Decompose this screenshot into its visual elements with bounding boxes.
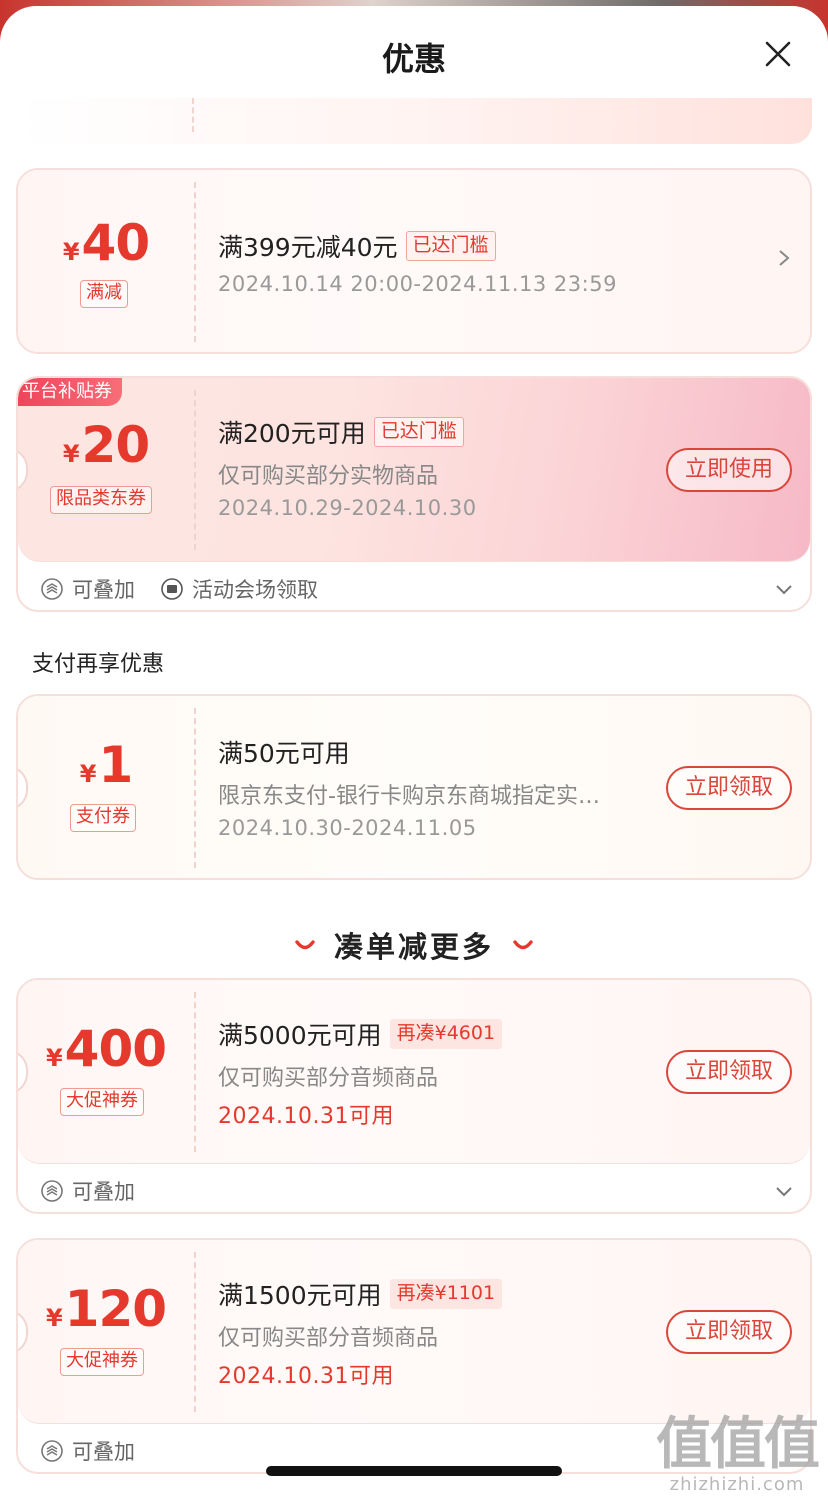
coupon-desc: 仅可购买部分音频商品: [218, 1326, 439, 1351]
coupon-amount: ¥20: [62, 416, 150, 474]
close-icon: [765, 41, 791, 67]
coupon-type-tag: 大促神券: [60, 1348, 144, 1376]
coupon-type-tag: 满减: [80, 280, 128, 308]
coupon-footer: 可叠加: [18, 1166, 810, 1212]
discount-sheet: 优惠 ¥40 满减 满399元减40元 已达门槛 2024.10.14 20:00…: [0, 6, 828, 1496]
coupon-validity: 2024.10.31可用: [218, 1364, 394, 1389]
chevron-down-icon[interactable]: [772, 578, 796, 600]
coupon-title: 满50元可用: [218, 739, 350, 768]
coupon-validity: 2024.10.30-2024.11.05: [218, 816, 477, 840]
coupon-type-tag: 大促神券: [60, 1088, 144, 1116]
coupon-validity: 2024.10.29-2024.10.30: [218, 496, 477, 520]
coupon-validity: 2024.10.31可用: [218, 1104, 394, 1129]
stackable-label: 可叠加: [72, 578, 135, 602]
stack-icon: [41, 1440, 63, 1462]
stack-icon: [41, 578, 63, 600]
coupon-amount: ¥1: [79, 736, 133, 794]
coupon-title: 满1500元可用 再凑¥1101: [218, 1276, 503, 1312]
coupon-card-20: 平台补贴券 ¥20 限品类东券 满200元可用 已达门槛 仅可购买部分实物商品 2…: [16, 376, 812, 612]
home-indicator[interactable]: [266, 1466, 562, 1476]
coupon-desc: 仅可购买部分音频商品: [218, 1066, 439, 1091]
smile-icon: [295, 940, 315, 950]
stackable-label: 可叠加: [72, 1440, 135, 1464]
threshold-badge: 已达门槛: [405, 231, 496, 261]
coupon-amount: ¥400: [45, 1020, 167, 1078]
claim-button[interactable]: 立即领取: [666, 1050, 792, 1094]
coupon-desc: 仅可购买部分实物商品: [218, 464, 439, 489]
pay-section-title: 支付再享优惠: [32, 652, 165, 677]
platform-subsidy-badge: 平台补贴券: [18, 378, 122, 406]
coupon-title: 满5000元可用 再凑¥4601: [218, 1016, 503, 1052]
coupon-type-tag: 支付券: [70, 804, 136, 832]
claim-button[interactable]: 立即领取: [666, 1310, 792, 1354]
chevron-down-icon[interactable]: [772, 1180, 796, 1202]
sheet-title: 优惠: [381, 40, 446, 78]
stack-icon: [41, 1180, 63, 1202]
smile-icon: [513, 940, 533, 950]
previous-coupon-card-partial: [16, 98, 812, 144]
chevron-right-icon[interactable]: [774, 246, 794, 270]
coupon-amount: ¥40: [62, 214, 150, 272]
coupon-title: 满200元可用 已达门槛: [218, 414, 464, 450]
watermark: 值值值 zhizhizhi.com: [656, 1412, 820, 1496]
claim-button[interactable]: 立即领取: [666, 766, 792, 810]
more-section-title: 凑单减更多: [0, 924, 828, 966]
coupon-card-400: ¥400 大促神券 满5000元可用 再凑¥4601 仅可购买部分音频商品 202…: [16, 978, 812, 1214]
source-label: 活动会场领取: [192, 578, 318, 602]
use-now-button[interactable]: 立即使用: [666, 448, 792, 492]
gap-badge: 再凑¥4601: [389, 1019, 503, 1049]
coupon-card-1: ¥1 支付券 满50元可用 限京东支付-银行卡购京东商城指定实… 2024.10…: [16, 694, 812, 880]
coupon-footer: 可叠加 活动会场领取: [18, 564, 810, 610]
coupon-amount: ¥120: [45, 1280, 167, 1338]
coupon-card-40[interactable]: ¥40 满减 满399元减40元 已达门槛 2024.10.14 20:00-20…: [16, 168, 812, 354]
gap-badge: 再凑¥1101: [389, 1279, 503, 1309]
coupon-title: 满399元减40元 已达门槛: [218, 228, 496, 264]
venue-icon: [161, 578, 183, 600]
coupon-validity: 2024.10.14 20:00-2024.11.13 23:59: [218, 272, 617, 296]
close-button[interactable]: [760, 36, 796, 72]
stackable-label: 可叠加: [72, 1180, 135, 1204]
coupon-type-tag: 限品类东券: [50, 486, 152, 514]
coupon-desc: 限京东支付-银行卡购京东商城指定实…: [218, 784, 600, 809]
threshold-badge: 已达门槛: [373, 417, 464, 447]
